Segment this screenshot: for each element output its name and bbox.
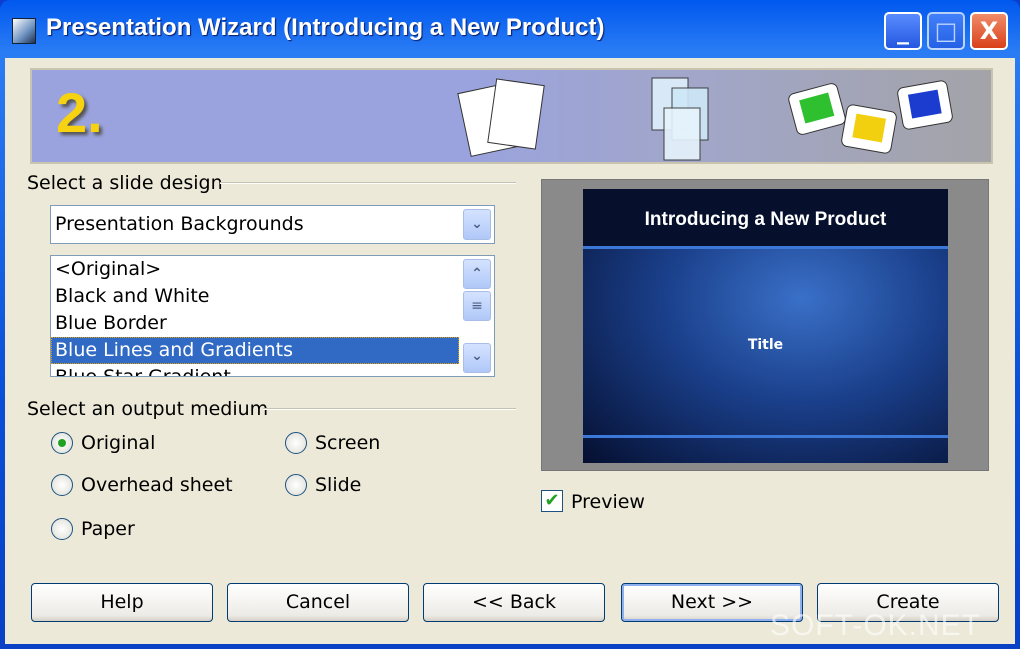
preview-pane: Introducing a New Product Title [541,179,989,471]
step-number: 2. [56,81,103,144]
window-title: Presentation Wizard (Introducing a New P… [46,14,605,41]
slide-preview: Introducing a New Product Title [583,189,948,463]
radio-paper[interactable] [51,518,73,540]
banner-illustration-icon [457,77,953,161]
design-listbox[interactable]: <Original> Black and White Blue Border B… [50,255,495,377]
radio-label-original[interactable]: Original [81,432,155,454]
list-item[interactable]: Black and White [51,283,459,310]
radio-screen[interactable] [285,432,307,454]
scrollbar-thumb[interactable]: ≡ [463,291,491,321]
slide-subtitle: Title [747,337,784,353]
dropdown-value: Presentation Backgrounds [55,213,304,235]
slide-design-group-label: Select a slide design [27,172,223,194]
list-item-selected[interactable]: Blue Lines and Gradients [51,337,459,364]
wizard-banner: 2. [30,68,993,164]
radio-label-screen[interactable]: Screen [315,432,380,454]
radio-label-slide[interactable]: Slide [315,474,361,496]
radio-overhead-sheet[interactable] [51,474,73,496]
dialog-client: 2. Select a slide design Presentation Ba… [5,58,1015,644]
radio-label-overhead-sheet[interactable]: Overhead sheet [81,474,233,496]
radio-label-paper[interactable]: Paper [81,518,135,540]
slide-line [583,435,948,438]
divider [263,408,516,410]
scroll-up-button[interactable]: ⌃ [463,259,491,289]
list-item[interactable]: Blue Border [51,310,459,337]
radio-slide[interactable] [285,474,307,496]
scroll-down-button[interactable]: ⌄ [463,343,491,373]
maximize-button[interactable]: □ [927,12,965,50]
close-button[interactable]: X [970,12,1008,50]
help-button[interactable]: Help [31,583,213,622]
slide-title: Introducing a New Product [583,189,948,249]
watermark: SOFT-OK.NET [770,609,982,642]
app-icon [12,18,36,44]
cancel-button[interactable]: Cancel [227,583,409,622]
preview-checkbox-label[interactable]: Preview [571,491,645,513]
list-item[interactable]: Blue Star Gradient [51,364,459,376]
list-item[interactable]: <Original> [51,256,459,283]
minimize-button[interactable]: _ [884,12,922,50]
output-medium-group-label: Select an output medium [27,398,269,420]
radio-original[interactable] [51,432,73,454]
preview-checkbox[interactable]: ✔ [541,490,563,512]
back-button[interactable]: << Back [423,583,605,622]
chevron-down-icon[interactable]: ⌄ [463,209,491,240]
wizard-window: Presentation Wizard (Introducing a New P… [0,0,1020,649]
divider [220,182,516,184]
design-category-dropdown[interactable]: Presentation Backgrounds ⌄ [50,205,495,244]
